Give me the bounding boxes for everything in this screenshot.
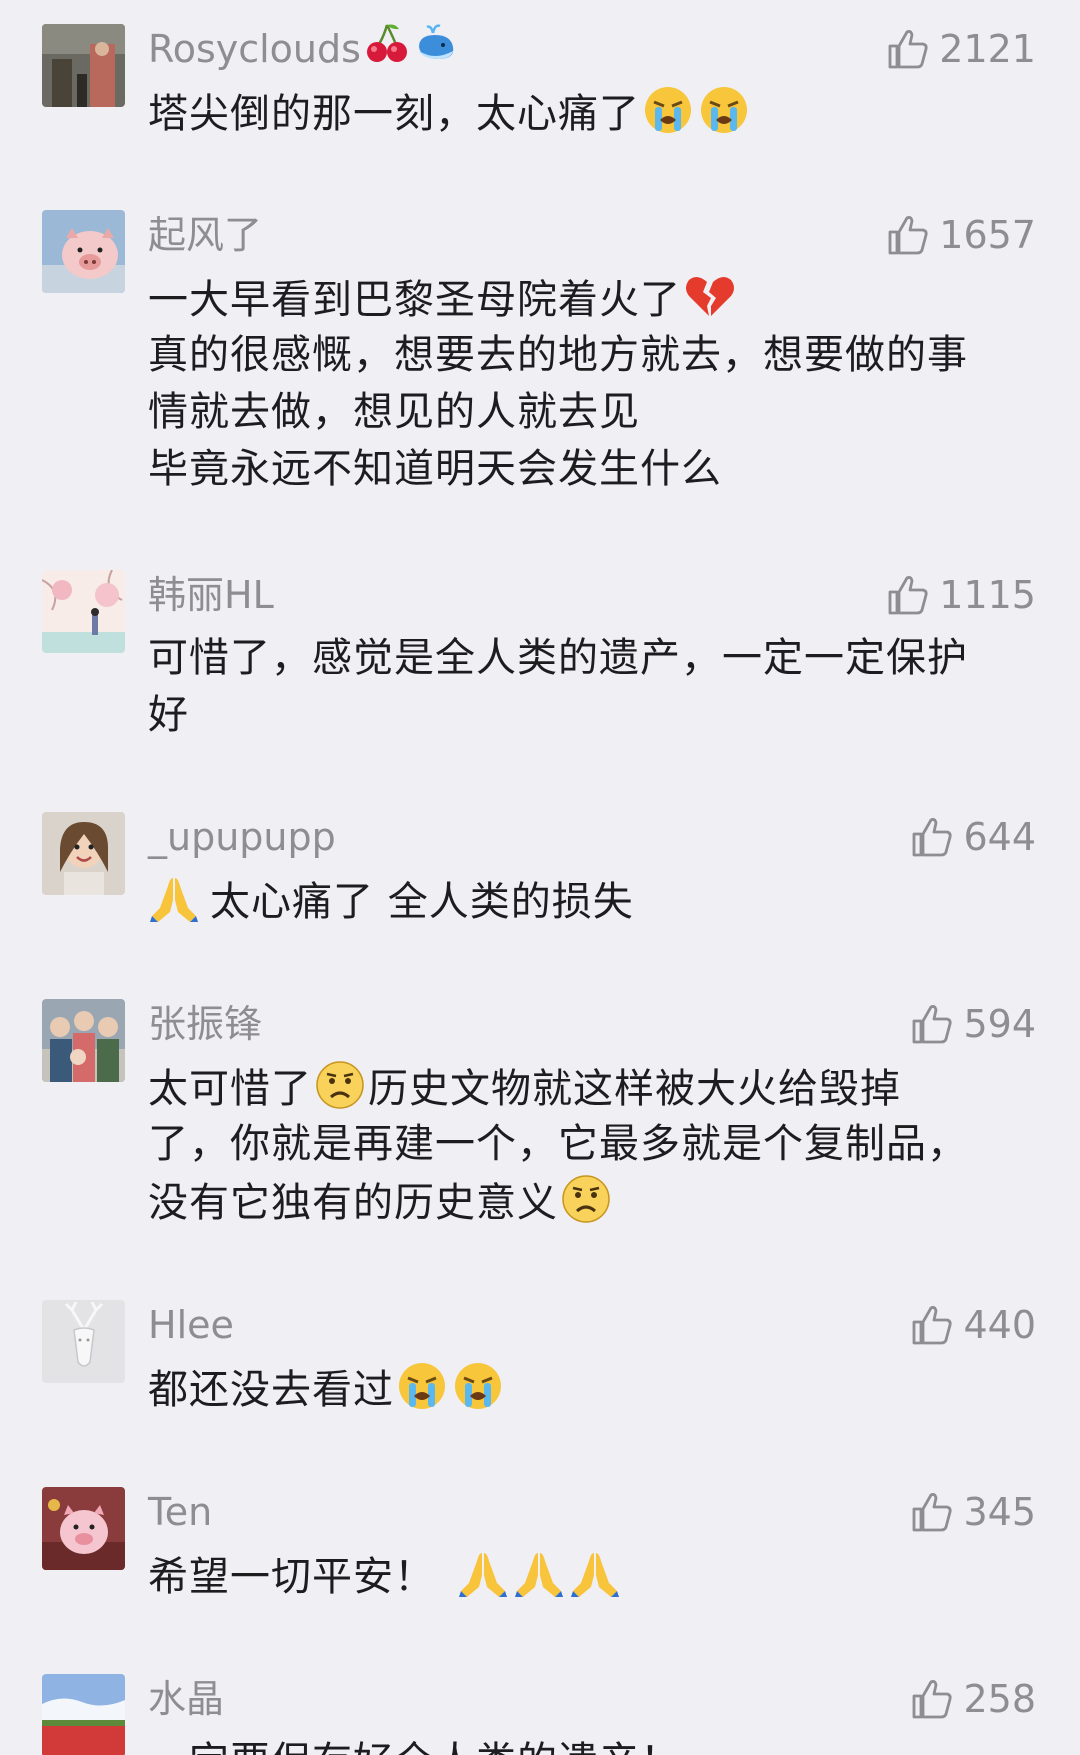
avatar[interactable] xyxy=(42,1487,125,1570)
thumbs-up-icon xyxy=(888,216,928,255)
like-button[interactable]: 440 xyxy=(909,1300,1036,1350)
like-count: 440 xyxy=(963,1303,1036,1347)
comment-line: 没有它独有的历史意义 xyxy=(148,1180,558,1226)
whale-icon xyxy=(413,21,459,77)
username-text[interactable]: 韩丽HL xyxy=(148,570,274,620)
avatar[interactable] xyxy=(42,812,125,895)
username-text[interactable]: Ten xyxy=(148,1487,212,1537)
praying-hands-emoji-icon xyxy=(148,872,200,924)
comment-text: 塔尖倒的那一刻，太心痛了 xyxy=(148,84,1028,141)
comment-line: 太可惜了 xyxy=(148,1066,312,1112)
username-text[interactable]: _upupupp xyxy=(148,812,336,862)
username-text[interactable]: Rosyclouds xyxy=(148,24,361,74)
sad-face-emoji-icon xyxy=(314,1059,366,1111)
avatar[interactable] xyxy=(42,1300,125,1383)
comment-line: 希望一切平安！ xyxy=(148,1554,435,1600)
thumbs-up-icon xyxy=(913,1680,953,1719)
comment-line: 塔尖倒的那一刻，太心痛了 xyxy=(148,91,640,137)
comment-line: 历史文物就这样被大火给毁掉 xyxy=(368,1066,901,1112)
username[interactable]: Hlee xyxy=(148,1300,234,1350)
comment-line: 一定要保存好全人类的遗产！ xyxy=(148,1734,1028,1755)
praying-hands-emoji-icon xyxy=(457,1547,509,1599)
cherry-icon xyxy=(365,21,409,77)
comment-line: 毕竟永远不知道明天会发生什么 xyxy=(148,446,722,492)
avatar[interactable] xyxy=(42,1674,125,1755)
comment-text: 可惜了，感觉是全人类的遗产，一定一定保护 好 xyxy=(148,630,1028,744)
like-count: 644 xyxy=(963,815,1036,859)
username-text[interactable]: Hlee xyxy=(148,1300,234,1350)
username[interactable]: 张振锋 xyxy=(148,999,262,1049)
comment-line: 情就去做，想见的人就去见 xyxy=(148,389,640,435)
comment-line: 了，你就是再建一个，它最多就是个复制品， xyxy=(148,1121,968,1167)
avatar[interactable] xyxy=(42,999,125,1082)
username[interactable]: 水晶 xyxy=(148,1674,224,1724)
broken-heart-emoji-icon xyxy=(683,270,735,322)
username[interactable]: 韩丽HL xyxy=(148,570,274,620)
thumbs-up-icon xyxy=(888,576,928,615)
crying-emoji-icon xyxy=(698,84,750,136)
username[interactable]: Rosyclouds xyxy=(148,24,459,74)
like-button[interactable]: 258 xyxy=(909,1674,1036,1724)
comment-text: 太可惜了 历史文物就这样被大火给毁掉 了，你就是再建一个，它最多就是个复制品， 没… xyxy=(148,1059,1028,1230)
thumbs-up-icon xyxy=(913,1306,953,1345)
username-text[interactable]: 张振锋 xyxy=(148,999,262,1049)
comment-line: 太心痛了 全人类的损失 xyxy=(210,879,634,925)
comment-feed: Rosyclouds 2121 塔尖倒的那一刻，太心痛了 起风了 1657 一大… xyxy=(0,0,1080,1755)
crying-emoji-icon xyxy=(642,84,694,136)
comment-line: 可惜了，感觉是全人类的遗产，一定一定保护 xyxy=(148,635,968,681)
thumbs-up-icon xyxy=(913,1005,953,1044)
sad-face-emoji-icon xyxy=(560,1173,612,1225)
username[interactable]: _upupupp xyxy=(148,812,336,862)
comment-line: 都还没去看过 xyxy=(148,1367,394,1413)
like-count: 1115 xyxy=(939,573,1036,617)
like-button[interactable]: 345 xyxy=(909,1487,1036,1537)
like-button[interactable]: 644 xyxy=(909,812,1036,862)
praying-hands-emoji-icon xyxy=(513,1547,565,1599)
like-count: 258 xyxy=(963,1677,1036,1721)
like-button[interactable]: 594 xyxy=(909,999,1036,1049)
username-text[interactable]: 起风了 xyxy=(148,210,262,260)
avatar[interactable] xyxy=(42,210,125,293)
comment-line: 真的很感慨，想要去的地方就去，想要做的事 xyxy=(148,332,968,378)
like-count: 1657 xyxy=(939,213,1036,257)
like-count: 2121 xyxy=(939,27,1036,71)
comment-text: 都还没去看过 xyxy=(148,1360,1028,1417)
thumbs-up-icon xyxy=(913,1493,953,1532)
username[interactable]: Ten xyxy=(148,1487,212,1537)
avatar[interactable] xyxy=(42,570,125,653)
crying-emoji-icon xyxy=(396,1360,448,1412)
like-button[interactable]: 1657 xyxy=(885,210,1036,260)
like-button[interactable]: 2121 xyxy=(885,24,1036,74)
like-count: 594 xyxy=(963,1002,1036,1046)
username-text[interactable]: 水晶 xyxy=(148,1674,224,1724)
comment-text: 太心痛了 全人类的损失 xyxy=(148,872,1028,929)
thumbs-up-icon xyxy=(913,818,953,857)
like-count: 345 xyxy=(963,1490,1036,1534)
comment-text: 希望一切平安！ xyxy=(148,1547,1028,1604)
praying-hands-emoji-icon xyxy=(569,1547,621,1599)
comment-text: 一定要保存好全人类的遗产！ xyxy=(148,1734,1028,1755)
comment-line: 一大早看到巴黎圣母院着火了 xyxy=(148,277,681,323)
comment-line: 好 xyxy=(148,692,189,738)
like-button[interactable]: 1115 xyxy=(885,570,1036,620)
thumbs-up-icon xyxy=(888,30,928,69)
crying-emoji-icon xyxy=(452,1360,504,1412)
comment-text: 一大早看到巴黎圣母院着火了 真的很感慨，想要去的地方就去，想要做的事 情就去做，… xyxy=(148,270,1028,498)
avatar[interactable] xyxy=(42,24,125,107)
username[interactable]: 起风了 xyxy=(148,210,262,260)
